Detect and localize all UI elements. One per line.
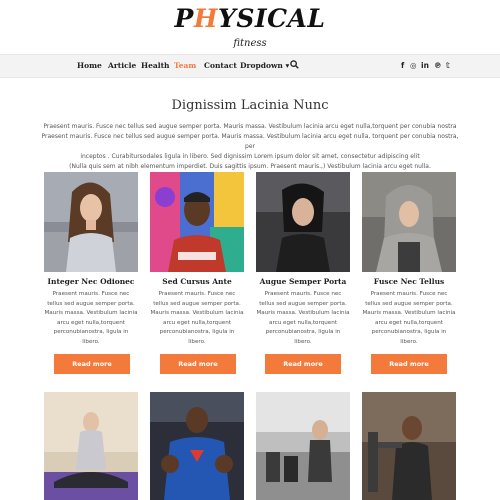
card-text-line: arcu eget nulla,torquent [57,319,125,326]
linkedin-icon[interactable]: in [421,61,429,70]
team-member-photo [362,392,456,500]
pinterest-icon[interactable]: ℗ [434,61,442,70]
site-header: PHYSICAL fitness [0,0,500,54]
card-text-line: arcu eget nulla,torquent [269,319,337,326]
card-description: Praesent mauris. Fusce nec tellus sed au… [362,290,456,348]
team-member-photo [44,172,138,272]
team-card: Fusce Nec Tellus Praesent mauris. Fusce … [362,172,456,348]
card-text-line: Praesent mauris. Fusce nec [158,291,236,297]
card-text-line: arcu eget nulla,torquent [375,319,443,326]
read-more-button[interactable]: Read more [265,354,341,374]
main-nav: Home Article Health Team Contact Dropdow… [0,54,500,78]
card-text-line: arcu eget nulla,torquent [163,319,231,326]
nav-item-contact[interactable]: Contact [204,61,237,70]
card-text-line: perconubianostra, ligula in [159,329,235,336]
card-title: Fusce Nec Tellus [373,277,445,286]
card-text-line: tellus sed augue semper porta. [153,300,241,307]
facebook-icon[interactable]: f [401,61,404,70]
card-title: Sed Cursus Ante [162,277,232,286]
intro-line: inceptos . Curabitursodales ligula in li… [80,153,420,160]
team-card: Augue Semper Porta Praesent mauris. Fusc… [256,172,350,348]
card-description: Praesent mauris. Fusce nec tellus sed au… [150,290,244,348]
card-text-line: Praesent mauris. Fusce nec [370,291,448,297]
team-member-photo [150,392,244,500]
section-title: Dignissim Lacinia Nunc [171,98,329,113]
card-text-line: Mauris massa. Vestibulum lacinia [44,310,138,317]
logo-part-1: P [174,4,194,33]
nav-item-team[interactable]: Team [174,61,196,70]
intro-line: Praesent mauris. Fusce nec tellus sed au… [41,133,459,150]
team-member-photo [150,172,244,272]
card-text-line: perconubianostra, ligula in [371,329,447,336]
nav-item-home[interactable]: Home [77,61,102,70]
twitter-icon[interactable]: 𝕥 [446,61,450,70]
nav-item-dropdown[interactable]: Dropdown ▾ [240,61,289,70]
card-text-line: Praesent mauris. Fusce nec [264,291,342,297]
nav-item-article[interactable]: Article [108,61,136,70]
site-logo[interactable]: PHYSICAL [0,4,500,33]
team-member-photo [362,172,456,272]
card-text-line: Praesent mauris. Fusce nec [52,291,130,297]
card-text-line: Mauris massa. Vestibulum lacinia [150,310,244,317]
card-text-line: tellus sed augue semper porta. [365,300,453,307]
read-more-button[interactable]: Read more [54,354,130,374]
card-text-line: Mauris massa. Vestibulum lacinia [362,310,456,317]
team-card: Sed Cursus Ante Praesent mauris. Fusce n… [150,172,244,348]
logo-accent-letter: H [193,4,218,33]
card-text-line: tellus sed augue semper porta. [47,300,135,307]
logo-tagline: fitness [233,38,267,49]
card-text-line: tellus sed augue semper porta. [259,300,347,307]
search-icon[interactable] [290,60,299,72]
intro-line: Praesent mauris. Fusce nec tellus sed au… [43,123,457,130]
card-text-line: libero. [188,338,206,345]
card-description: Praesent mauris. Fusce nec tellus sed au… [44,290,138,348]
section-intro: Praesent mauris. Fusce nec tellus sed au… [38,122,462,172]
team-member-photo [44,392,138,500]
card-title: Integer Nec Odionec [47,277,135,286]
logo-part-2: YSICAL [217,4,326,33]
read-more-button[interactable]: Read more [160,354,236,374]
card-text-line: perconubianostra, ligula in [53,329,129,336]
card-text-line: libero. [294,338,312,345]
card-text-line: libero. [82,338,100,345]
instagram-icon[interactable]: ◎ [410,61,417,70]
team-member-photo [256,392,350,500]
card-description: Praesent mauris. Fusce nec tellus sed au… [256,290,350,348]
card-text-line: perconubianostra, ligula in [265,329,341,336]
card-text-line: libero. [400,338,418,345]
card-text-line: Mauris massa. Vestibulum lacinia [256,310,350,317]
team-member-photo [256,172,350,272]
team-card: Integer Nec Odionec Praesent mauris. Fus… [44,172,138,348]
intro-line: (Nulla quis sem at nibh elementum imperd… [69,163,431,170]
card-title: Augue Semper Porta [259,277,347,286]
nav-item-health[interactable]: Health [141,61,169,70]
read-more-button[interactable]: Read more [371,354,447,374]
